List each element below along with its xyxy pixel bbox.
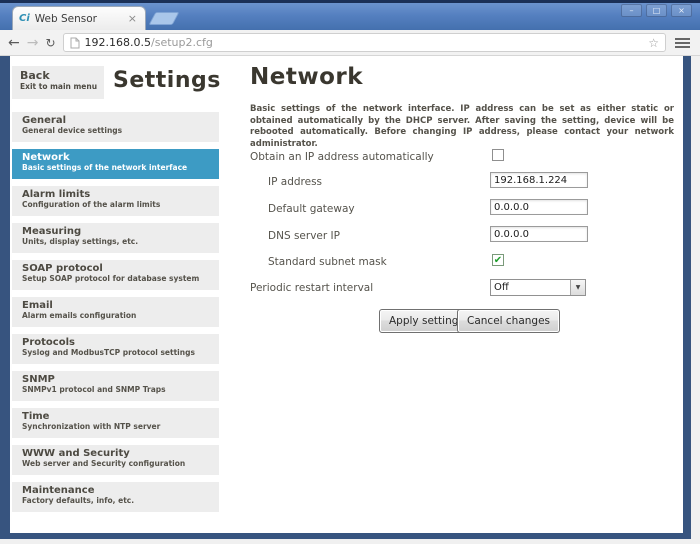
sidebar-item-label: Protocols [22,337,209,348]
sidebar-item-desc: Web server and Security configuration [22,459,209,468]
sidebar-item-time[interactable]: Time Synchronization with NTP server [12,408,219,438]
dhcp-label: Obtain an IP address automatically [250,151,434,163]
sidebar-item-desc: SNMPv1 protocol and SNMP Traps [22,385,209,394]
sidebar-item-protocols[interactable]: Protocols Syslog and ModbusTCP protocol … [12,334,219,364]
forward-icon[interactable]: → [27,36,39,50]
sidebar-item-label: Maintenance [22,485,209,496]
sidebar-item-label: Email [22,300,209,311]
sidebar-item-measuring[interactable]: Measuring Units, display settings, etc. [12,223,219,253]
tab-close-icon[interactable]: × [126,12,139,25]
tab-title: Web Sensor [35,13,121,25]
sidebar-item-general[interactable]: General General device settings [12,112,219,142]
sidebar-item-label: WWW and Security [22,448,209,459]
sidebar-item-snmp[interactable]: SNMP SNMPv1 protocol and SNMP Traps [12,371,219,401]
restart-interval-label: Periodic restart interval [250,282,373,294]
back-sublabel: Exit to main menu [20,82,96,91]
section-description: Basic settings of the network interface.… [250,104,674,150]
sidebar-item-label: General [22,115,209,126]
browser-tab[interactable]: Ci Web Sensor × [12,6,146,30]
url-text[interactable]: 192.168.0.5/setup2.cfg [85,36,644,49]
sidebar-item-label: Measuring [22,226,209,237]
sidebar-item-desc: Setup SOAP protocol for database system [22,274,209,283]
sidebar-item-label: SNMP [22,374,209,385]
sidebar-item-desc: Basic settings of the network interface [22,163,209,172]
sidebar-item-desc: Configuration of the alarm limits [22,200,209,209]
checkmark-icon: ✔ [494,255,502,266]
bookmark-star-icon[interactable]: ☆ [648,37,659,49]
select-value: Off [491,282,570,293]
sidebar-item-label: SOAP protocol [22,263,209,274]
sidebar-item-desc: General device settings [22,126,209,135]
subnet-mask-label: Standard subnet mask [268,256,387,268]
sidebar-item-desc: Syslog and ModbusTCP protocol settings [22,348,209,357]
sidebar-item-desc: Alarm emails configuration [22,311,209,320]
browser-titlebar: Ci Web Sensor × – □ × [0,0,700,30]
menu-icon[interactable] [675,42,690,44]
dhcp-checkbox[interactable] [492,149,504,161]
sidebar-item-network[interactable]: Network Basic settings of the network in… [12,149,219,179]
sidebar-item-label: Network [22,152,209,163]
dns-server-field[interactable] [490,226,588,242]
address-bar[interactable]: 192.168.0.5/setup2.cfg ☆ [63,33,666,52]
window-maximize-button[interactable]: □ [646,4,667,17]
site-favicon-icon: Ci [19,13,30,24]
url-host: 192.168.0.5 [85,36,151,49]
page-title: Settings [113,68,221,93]
sidebar-item-label: Time [22,411,209,422]
subnet-mask-checkbox[interactable]: ✔ [492,254,504,266]
ip-address-field[interactable] [490,172,588,188]
sidebar-item-desc: Synchronization with NTP server [22,422,209,431]
network-settings-panel: Network Basic settings of the network in… [240,56,685,533]
page-background: Back Exit to main menu Settings General … [0,56,691,539]
window-controls: – □ × [621,4,692,17]
back-label: Back [20,69,96,82]
sidebar-item-www-security[interactable]: WWW and Security Web server and Security… [12,445,219,475]
default-gateway-label: Default gateway [268,203,355,215]
window-minimize-button[interactable]: – [621,4,642,17]
browser-toolbar: ← → ↻ 192.168.0.5/setup2.cfg ☆ [0,30,700,56]
sidebar-item-maintenance[interactable]: Maintenance Factory defaults, info, etc. [12,482,219,512]
reload-icon[interactable]: ↻ [45,37,55,49]
page-viewport: Back Exit to main menu Settings General … [0,56,700,543]
chevron-down-icon[interactable]: ▼ [570,280,585,295]
page-content: Back Exit to main menu Settings General … [10,56,683,533]
restart-interval-select[interactable]: Off ▼ [490,279,586,296]
new-tab-button[interactable] [149,12,180,25]
sidebar-item-email[interactable]: Email Alarm emails configuration [12,297,219,327]
browser-window: Ci Web Sensor × – □ × ← → ↻ 192.168.0.5/… [0,0,700,544]
sidebar-item-alarm-limits[interactable]: Alarm limits Configuration of the alarm … [12,186,219,216]
sidebar-item-label: Alarm limits [22,189,209,200]
section-title: Network [250,64,363,90]
sidebar-item-desc: Units, display settings, etc. [22,237,209,246]
cancel-changes-button[interactable]: Cancel changes [457,309,560,333]
document-icon [70,37,80,49]
back-button[interactable]: Back Exit to main menu [12,66,104,99]
sidebar-item-soap-protocol[interactable]: SOAP protocol Setup SOAP protocol for da… [12,260,219,290]
ip-address-label: IP address [268,176,322,188]
dns-server-label: DNS server IP [268,230,340,242]
default-gateway-field[interactable] [490,199,588,215]
sidebar-item-desc: Factory defaults, info, etc. [22,496,209,505]
back-icon[interactable]: ← [8,36,20,50]
window-close-button[interactable]: × [671,4,692,17]
url-path: /setup2.cfg [151,36,213,49]
